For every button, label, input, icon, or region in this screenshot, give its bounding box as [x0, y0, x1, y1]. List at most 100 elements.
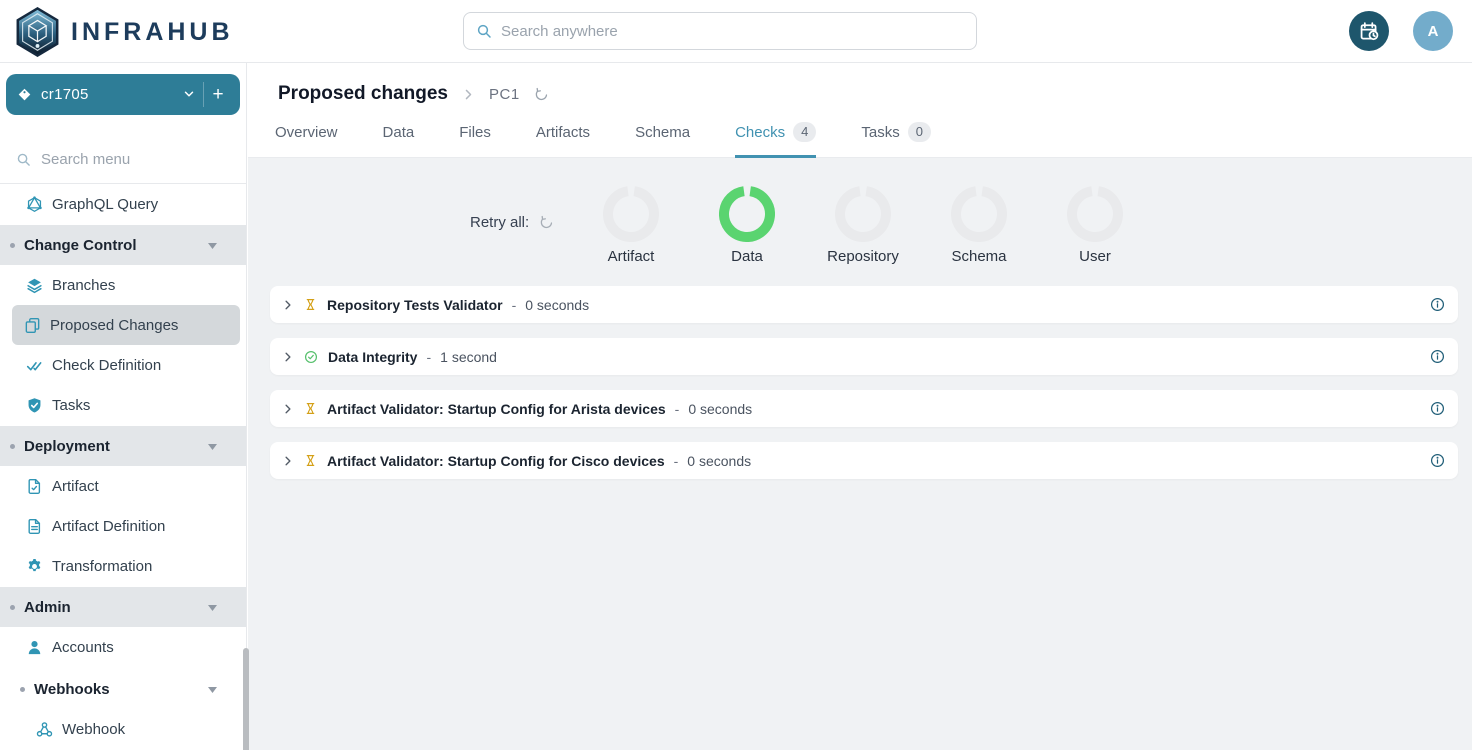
refresh-icon[interactable]: [534, 87, 549, 102]
person-icon: [26, 639, 43, 656]
tab-tasks[interactable]: Tasks 0: [861, 122, 931, 158]
bullet-icon: [20, 687, 25, 692]
triangle-down-icon: [207, 442, 218, 451]
tab-data[interactable]: Data: [383, 122, 415, 158]
sidebar-item-proposed-changes[interactable]: Proposed Changes: [12, 305, 240, 345]
global-search[interactable]: [463, 12, 977, 50]
sidebar-item-transformation[interactable]: Transformation: [0, 546, 246, 586]
triangle-down-icon: [207, 685, 218, 694]
sidebar-section-admin[interactable]: Admin: [0, 587, 246, 627]
sidebar-item-label: Branches: [52, 277, 115, 294]
sidebar-menu: GraphQL Query Change Control Branches: [0, 184, 246, 749]
sidebar-item-label: Webhook: [62, 721, 125, 738]
separator: -: [512, 297, 517, 313]
progress-ring-idle: [603, 186, 659, 242]
tab-files[interactable]: Files: [459, 122, 491, 158]
sidebar-section-label: Change Control: [24, 237, 137, 254]
tab-overview[interactable]: Overview: [275, 122, 338, 158]
hourglass-icon: [304, 454, 317, 467]
double-check-icon: [26, 357, 43, 374]
breadcrumb-section[interactable]: Proposed changes: [278, 83, 448, 105]
info-icon[interactable]: [1430, 401, 1445, 416]
sidebar-section-label: Deployment: [24, 438, 110, 455]
check-group-label: User: [1079, 248, 1111, 265]
sidebar-item-label: GraphQL Query: [52, 196, 158, 213]
check-circle-icon: [304, 350, 318, 364]
sidebar-item-webhook[interactable]: Webhook: [0, 709, 246, 749]
check-group-repository[interactable]: Repository: [803, 186, 923, 265]
hourglass-icon: [304, 298, 317, 311]
file-lines-icon: [26, 518, 43, 535]
sidebar-item-graphql-query[interactable]: GraphQL Query: [0, 184, 246, 224]
webhook-icon: [36, 721, 53, 738]
expand-chevron-icon[interactable]: [282, 351, 294, 363]
sidebar-section-webhooks[interactable]: Webhooks: [0, 669, 246, 709]
sidebar-item-artifact[interactable]: Artifact: [0, 466, 246, 506]
sidebar-section-change-control[interactable]: Change Control: [0, 225, 246, 265]
sidebar-item-accounts[interactable]: Accounts: [0, 627, 246, 667]
file-check-icon: [26, 478, 43, 495]
sidebar-item-label: Check Definition: [52, 357, 161, 374]
check-group-label: Artifact: [608, 248, 655, 265]
graphql-icon: [26, 196, 43, 213]
tab-label: Checks: [735, 124, 785, 141]
retry-icon[interactable]: [539, 215, 554, 230]
branch-name: cr1705: [41, 86, 89, 103]
sidebar-item-tasks[interactable]: Tasks: [0, 385, 246, 425]
create-branch-button[interactable]: +: [204, 74, 232, 115]
avatar-initial: A: [1428, 23, 1439, 40]
bullet-icon: [10, 605, 15, 610]
branch-selector[interactable]: cr1705 +: [6, 74, 240, 115]
check-group-artifact[interactable]: Artifact: [571, 186, 691, 265]
validator-name: Artifact Validator: Startup Config for A…: [327, 401, 666, 417]
check-group-schema[interactable]: Schema: [919, 186, 1039, 265]
sidebar-item-branches[interactable]: Branches: [0, 265, 246, 305]
progress-ring-idle: [951, 186, 1007, 242]
validator-name: Artifact Validator: Startup Config for C…: [327, 453, 665, 469]
info-icon[interactable]: [1430, 453, 1445, 468]
validator-duration: 0 seconds: [688, 401, 752, 417]
expand-chevron-icon[interactable]: [282, 455, 294, 467]
sidebar-item-artifact-definition[interactable]: Artifact Definition: [0, 506, 246, 546]
tab-label: Overview: [275, 124, 338, 141]
info-icon[interactable]: [1430, 297, 1445, 312]
triangle-down-icon: [207, 241, 218, 250]
check-group-label: Repository: [827, 248, 899, 265]
triangle-down-icon: [207, 603, 218, 612]
check-group-data[interactable]: Data: [687, 186, 807, 265]
sidebar-section-deployment[interactable]: Deployment: [0, 426, 246, 466]
tab-checks[interactable]: Checks 4: [735, 122, 816, 158]
separator: -: [426, 349, 431, 365]
check-group-user[interactable]: User: [1035, 186, 1155, 265]
user-avatar[interactable]: A: [1413, 11, 1453, 51]
tab-artifacts[interactable]: Artifacts: [536, 122, 590, 158]
validator-row: Data Integrity - 1 second: [270, 338, 1458, 375]
retry-all: Retry all:: [470, 214, 554, 231]
sidebar-item-check-definition[interactable]: Check Definition: [0, 345, 246, 385]
validator-duration: 0 seconds: [687, 453, 751, 469]
separator: -: [675, 401, 680, 417]
menu-search[interactable]: [0, 135, 246, 183]
expand-chevron-icon[interactable]: [282, 403, 294, 415]
brand-logo[interactable]: INFRAHUB: [14, 7, 234, 57]
breadcrumb-item: PC1: [489, 86, 520, 103]
tab-label: Artifacts: [536, 124, 590, 141]
sidebar-item-label: Transformation: [52, 558, 152, 575]
proposed-changes-icon: [24, 317, 41, 334]
sidebar-section-label: Admin: [24, 599, 71, 616]
tab-schema[interactable]: Schema: [635, 122, 690, 158]
info-icon[interactable]: [1430, 349, 1445, 364]
expand-chevron-icon[interactable]: [282, 299, 294, 311]
separator: -: [674, 453, 679, 469]
sidebar-scrollbar[interactable]: [243, 648, 249, 750]
chevron-right-icon: [462, 88, 475, 101]
bullet-icon: [10, 444, 15, 449]
sidebar: cr1705 +: [0, 63, 247, 750]
time-travel-button[interactable]: [1349, 11, 1389, 51]
hourglass-icon: [304, 402, 317, 415]
global-search-input[interactable]: [501, 23, 964, 40]
tab-badge: 0: [908, 122, 931, 142]
chevron-down-icon[interactable]: [182, 87, 196, 101]
breadcrumb: Proposed changes PC1: [278, 83, 549, 105]
menu-search-input[interactable]: [41, 151, 240, 168]
